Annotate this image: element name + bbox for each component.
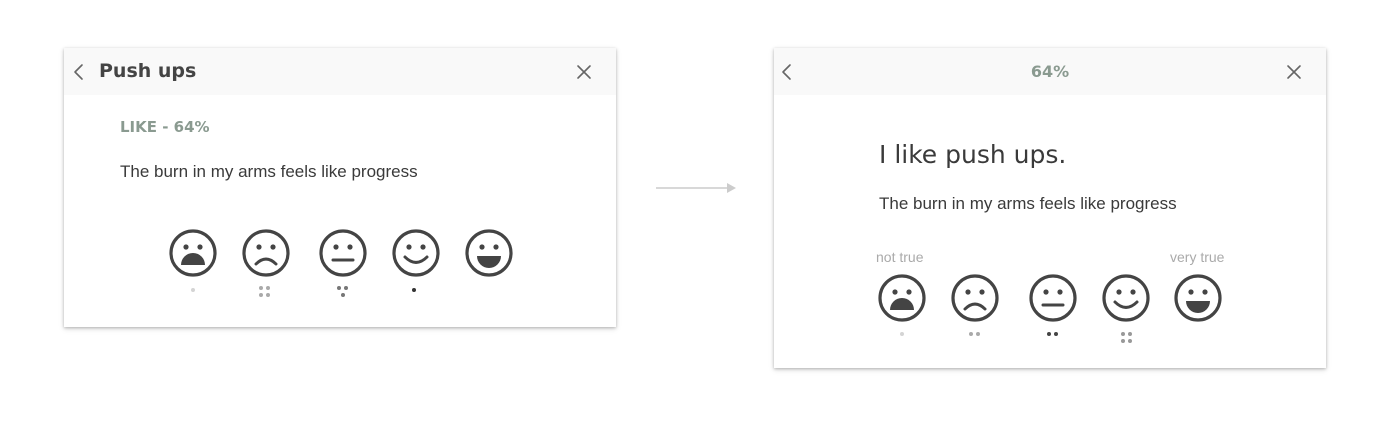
left-card-header: Push ups bbox=[64, 48, 616, 95]
close-button[interactable] bbox=[572, 60, 596, 84]
very-sad-face-button[interactable] bbox=[877, 273, 927, 323]
sad-face-icon bbox=[951, 274, 999, 322]
right-card: 64% I like push ups. The burn in my arms… bbox=[774, 48, 1326, 368]
description-text: The burn in my arms feels like progress bbox=[879, 194, 1177, 213]
smile-face-icon bbox=[1102, 274, 1150, 322]
scale-high-label: very true bbox=[1170, 249, 1225, 265]
smile-face-button[interactable] bbox=[391, 228, 441, 278]
very-sad-face-icon bbox=[169, 229, 217, 277]
smile-face-icon bbox=[392, 229, 440, 277]
neutral-face-icon bbox=[319, 229, 367, 277]
dot-indicator bbox=[1047, 332, 1058, 336]
left-card: Push ups LIKE - 64% The burn in my arms … bbox=[64, 48, 616, 327]
back-button[interactable] bbox=[67, 60, 91, 84]
dot-indicator bbox=[191, 288, 195, 292]
transition-arrow bbox=[655, 179, 739, 197]
percentage-title: 64% bbox=[1030, 62, 1070, 81]
close-icon bbox=[577, 65, 591, 79]
scale-low-label: not true bbox=[876, 249, 924, 265]
close-button[interactable] bbox=[1282, 60, 1306, 84]
very-sad-face-button[interactable] bbox=[168, 228, 218, 278]
big-smile-face-button[interactable] bbox=[464, 228, 514, 278]
close-icon bbox=[1287, 65, 1301, 79]
statement-heading: I like push ups. bbox=[879, 140, 1067, 169]
smile-face-button[interactable] bbox=[1101, 273, 1151, 323]
neutral-face-icon bbox=[1029, 274, 1077, 322]
big-smile-face-icon bbox=[1174, 274, 1222, 322]
big-smile-face-button[interactable] bbox=[1173, 273, 1223, 323]
arrow-right-icon bbox=[656, 183, 736, 193]
very-sad-face-icon bbox=[878, 274, 926, 322]
dot-indicator bbox=[412, 288, 416, 292]
sad-face-button[interactable] bbox=[950, 273, 1000, 323]
page-title: Push ups bbox=[99, 60, 197, 82]
dot-indicator bbox=[969, 332, 980, 336]
dot-indicator bbox=[259, 286, 270, 297]
neutral-face-button[interactable] bbox=[1028, 273, 1078, 323]
description-text: The burn in my arms feels like progress bbox=[120, 162, 418, 181]
dot-indicator bbox=[900, 332, 904, 336]
sad-face-button[interactable] bbox=[241, 228, 291, 278]
dot-indicator bbox=[337, 286, 348, 297]
big-smile-face-icon bbox=[465, 229, 513, 277]
neutral-face-button[interactable] bbox=[318, 228, 368, 278]
sad-face-icon bbox=[242, 229, 290, 277]
chevron-left-icon bbox=[74, 64, 83, 80]
right-card-header: 64% bbox=[774, 48, 1326, 95]
like-percentage-label: LIKE - 64% bbox=[120, 118, 210, 136]
dot-indicator bbox=[1121, 332, 1132, 343]
